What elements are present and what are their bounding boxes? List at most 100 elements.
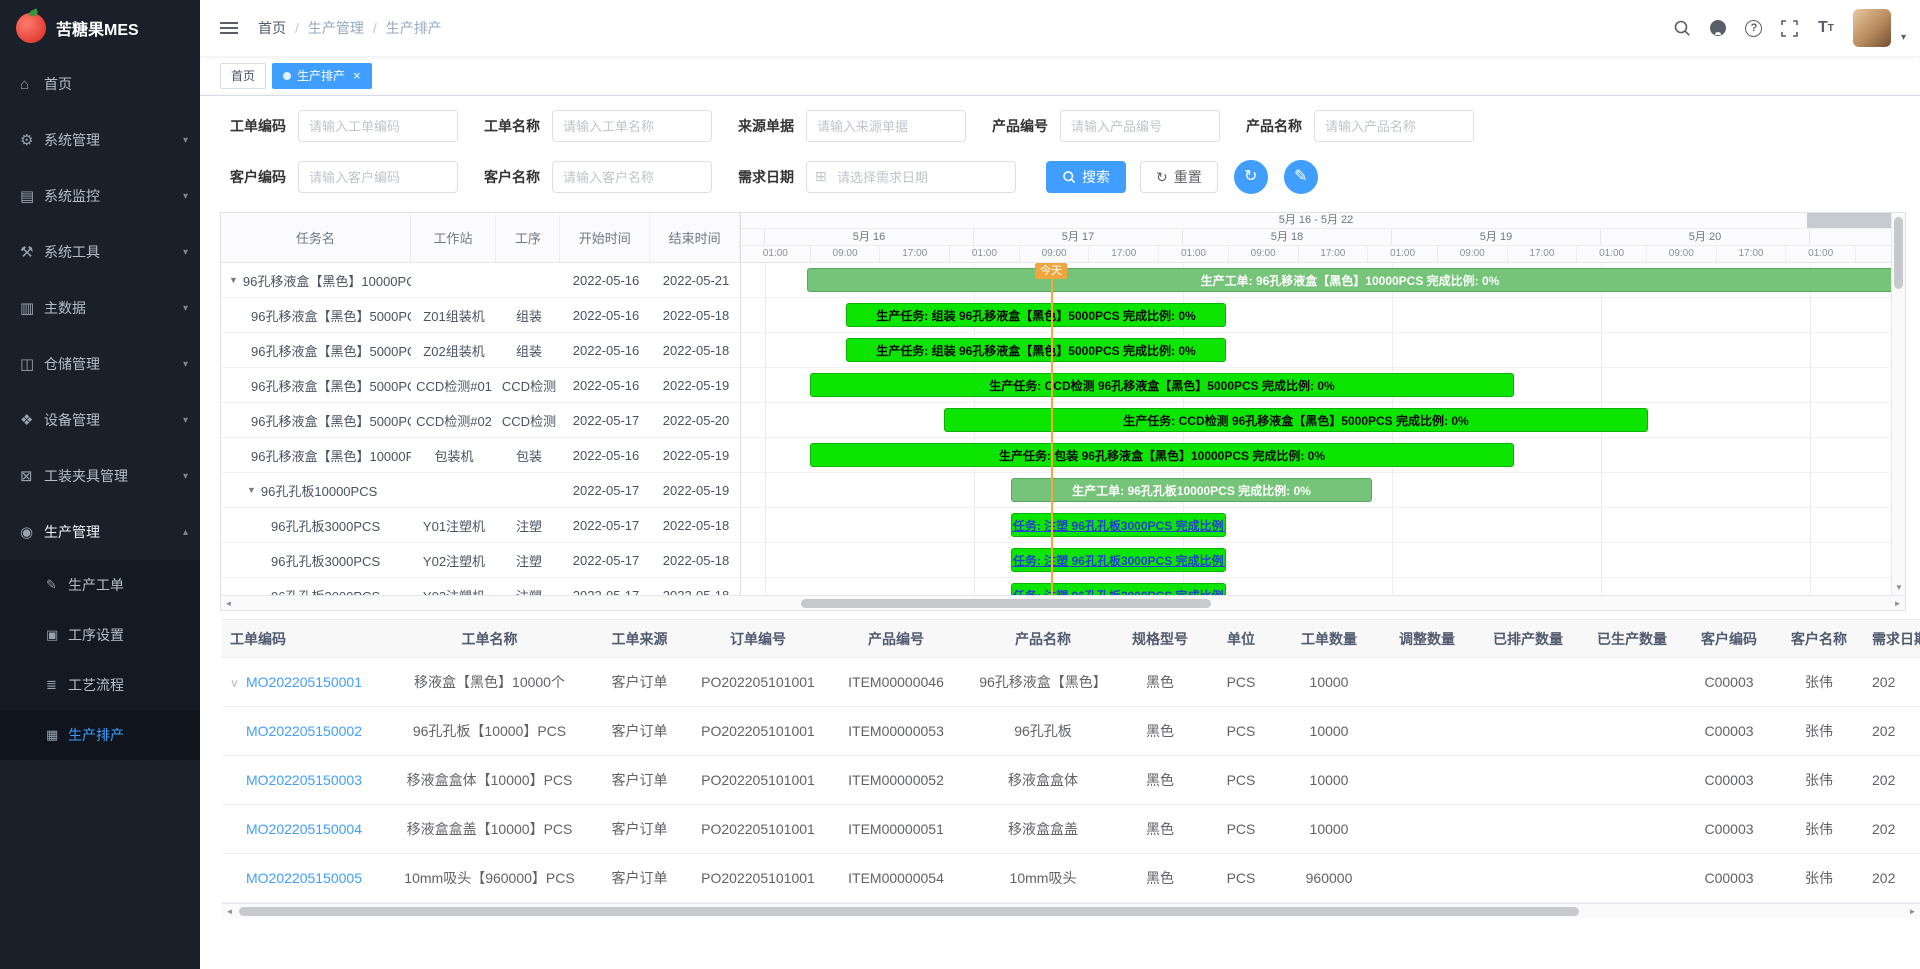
product-code-input[interactable] [1060,110,1220,142]
gantt-bar-task-selected[interactable]: 生产任务: 注塑 96孔孔板3000PCS 完成比例: 0% [1011,583,1226,595]
gantt-task-row[interactable]: ▼96孔孔板10000PCS 2022-05-17 2022-05-19 [221,473,740,508]
gantt-task-row[interactable]: ▼96孔移液盒【黑色】10000PCS 2022-05-16 2022-05-2… [221,263,740,298]
sidebar-item-system-monit[interactable]: ▤ 系统监控 ▾ [0,168,200,224]
gantt-task-row[interactable]: 96孔移液盒【黑色】5000PCS CCD检测#01 CCD检测 2022-05… [221,368,740,403]
logo-icon [16,13,46,43]
tree-collapse-icon[interactable]: ▼ [247,485,256,495]
sidebar-item-process-setting[interactable]: ▣ 工序设置 [0,610,200,660]
sidebar-item-scheduling[interactable]: ▦ 生产排产 [0,710,200,760]
table-horizontal-scrollbar[interactable]: ◄ ► [222,903,1920,918]
scrollbar-thumb[interactable] [239,907,1579,916]
fullscreen-icon[interactable] [1777,15,1803,41]
refresh-icon: ↻ [1156,169,1168,186]
gantt-task-row[interactable]: 96孔移液盒【黑色】5000PCS Z01组装机 组装 2022-05-16 2… [221,298,740,333]
gantt-bar-task[interactable]: 生产任务: 包装 96孔移液盒【黑色】10000PCS 完成比例: 0% [810,443,1514,467]
sidebar-item-warehouse[interactable]: ◫ 仓储管理 ▾ [0,336,200,392]
table-row[interactable]: MO202205150004 移液盒盒盖【10000】PCS 客户订单 PO20… [222,805,1920,854]
customer-name-input[interactable] [552,161,712,193]
gantt-vertical-scrollbar[interactable]: ▼ [1891,213,1905,595]
hamburger-icon[interactable] [216,18,242,38]
refresh-gantt-button[interactable]: ↻ [1234,160,1268,194]
gantt-bar-work-order[interactable]: 生产工单: 96孔孔板10000PCS 完成比例: 0% [1011,478,1372,502]
gantt-bar-task-selected[interactable]: 生产任务: 注塑 96孔孔板3000PCS 完成比例: 0% [1011,548,1226,572]
gantt-bar-task[interactable]: 生产任务: 组装 96孔移液盒【黑色】5000PCS 完成比例: 0% [846,338,1226,362]
search-icon[interactable] [1669,15,1695,41]
gantt-panel: 任务名 工作站 工序 开始时间 结束时间 ▼96孔移液盒【黑色】10000PCS… [220,212,1906,611]
edit-schedule-button[interactable]: ✎ [1284,160,1318,194]
breadcrumb-home[interactable]: 首页 [258,18,286,38]
gantt-timeline: 5月 16 - 5月 22 5月 16 5月 17 5月 18 5月 19 5月… [741,213,1891,595]
product-name-input[interactable] [1314,110,1474,142]
warehouse-icon: ◫ [20,355,44,373]
edit-icon: ✎ [46,577,68,593]
table-row[interactable]: MO202205150005 10mm吸头【960000】PCS 客户订单 PO… [222,854,1920,903]
device-icon: ❖ [20,411,44,429]
help-icon[interactable]: ? [1741,15,1767,41]
gantt-bar-work-order[interactable]: 生产工单: 96孔移液盒【黑色】10000PCS 完成比例: 0% [807,268,1891,292]
search-button[interactable]: 搜索 [1046,161,1126,193]
home-icon: ⌂ [20,76,44,93]
table-row[interactable]: MO202205150003 移液盒盒体【10000】PCS 客户订单 PO20… [222,756,1920,805]
work-order-code-input[interactable] [298,110,458,142]
scroll-left-icon[interactable]: ◄ [221,596,236,611]
demand-date-input[interactable] [806,161,1016,193]
sidebar-item-work-order[interactable]: ✎ 生产工单 [0,560,200,610]
scroll-right-icon[interactable]: ► [1890,596,1905,611]
sidebar-item-equipment[interactable]: ❖ 设备管理 ▾ [0,392,200,448]
scroll-down-icon[interactable]: ▼ [1892,581,1906,593]
main-area: 首页 / 生产管理 / 生产排产 ? T [200,0,1920,969]
gantt-task-row[interactable]: 96孔移液盒【黑色】10000PCS 包装机 包装 2022-05-16 202… [221,438,740,473]
scrollbar-thumb[interactable] [1894,217,1903,289]
close-icon[interactable]: × [353,69,361,82]
table-row[interactable]: ∨MO202205150001 移液盒【黑色】10000个 客户订单 PO202… [222,658,1920,707]
breadcrumb-production[interactable]: 生产管理 [308,18,364,38]
sidebar-item-system-management[interactable]: ⚙ 系统管理 ▾ [0,112,200,168]
tree-collapse-icon[interactable]: ▼ [229,275,238,285]
gantt-chart-body: 生产工单: 96孔移液盒【黑色】10000PCS 完成比例: 0% 生产任务: … [741,263,1891,595]
gantt-bar-task[interactable]: 生产任务: 组装 96孔移液盒【黑色】5000PCS 完成比例: 0% [846,303,1226,327]
work-order-link[interactable]: MO202205150002 [246,723,362,739]
tag-scheduling[interactable]: 生产排产 × [272,63,372,89]
font-size-icon[interactable]: TT [1813,15,1839,41]
sidebar-item-fixtures[interactable]: ⊠ 工装夹具管理 ▾ [0,448,200,504]
breadcrumb-current: 生产排产 [386,18,442,38]
gantt-task-row[interactable]: 96孔移液盒【黑色】5000PCS CCD检测#02 CCD检测 2022-05… [221,403,740,438]
scrollbar-track[interactable] [236,596,1890,611]
gantt-horizontal-scrollbar[interactable]: ◄ ► [221,595,1905,610]
work-order-link[interactable]: MO202205150005 [246,870,362,886]
github-icon[interactable] [1705,15,1731,41]
timeline-hours: 01:00 09:00 17:00 01:00 09:00 17:00 01:0… [741,246,1891,263]
work-order-name-input[interactable] [552,110,712,142]
sidebar-item-home[interactable]: ⌂ 首页 [0,56,200,112]
sidebar-item-process-flow[interactable]: ≣ 工艺流程 [0,660,200,710]
work-order-link[interactable]: MO202205150004 [246,821,362,837]
reset-button[interactable]: ↻ 重置 [1140,161,1218,193]
work-order-link[interactable]: MO202205150003 [246,772,362,788]
sidebar-item-production[interactable]: ◉ 生产管理 ▴ [0,504,200,560]
gantt-bar-task[interactable]: 生产任务: CCD检测 96孔移液盒【黑色】5000PCS 完成比例: 0% [944,408,1648,432]
avatar[interactable] [1853,9,1891,47]
source-doc-input[interactable] [806,110,966,142]
active-dot [283,72,291,80]
expand-row-icon[interactable]: ∨ [230,676,246,690]
work-order-link[interactable]: MO202205150001 [246,674,362,690]
scrollbar-track[interactable] [237,904,1905,919]
gantt-bar-task[interactable]: 生产任务: CCD检测 96孔移液盒【黑色】5000PCS 完成比例: 0% [810,373,1514,397]
page: 苦糖果MES ⌂ 首页 ⚙ 系统管理 ▾ ▤ 系统监控 ▾ ⚒ 系统工具 ▾ [0,0,1920,969]
scrollbar-thumb[interactable] [801,599,1211,608]
sidebar-item-system-tools[interactable]: ⚒ 系统工具 ▾ [0,224,200,280]
tag-home[interactable]: 首页 [220,63,266,89]
scroll-right-icon[interactable]: ► [1905,904,1920,919]
table-row[interactable]: MO202205150002 96孔孔板【10000】PCS 客户订单 PO20… [222,707,1920,756]
gantt-bar-task-selected[interactable]: 生产任务: 注塑 96孔孔板3000PCS 完成比例: 0% [1011,513,1226,537]
chevron-down-icon: ▾ [183,303,188,314]
gantt-task-row[interactable]: 96孔移液盒【黑色】5000PCS Z02组装机 组装 2022-05-16 2… [221,333,740,368]
avatar-caret-icon[interactable]: ▾ [1901,32,1906,43]
filter-form: 工单编码 工单名称 来源单据 产品编号 产品名称 [200,96,1920,194]
customer-code-input[interactable] [298,161,458,193]
scroll-left-icon[interactable]: ◄ [222,904,237,919]
gantt-task-row[interactable]: 96孔孔板3000PCS Y03注塑机 注塑 2022-05-17 2022-0… [221,578,740,595]
sidebar-item-master-data[interactable]: ▥ 主数据 ▾ [0,280,200,336]
gantt-task-row[interactable]: 96孔孔板3000PCS Y02注塑机 注塑 2022-05-17 2022-0… [221,543,740,578]
gantt-task-row[interactable]: 96孔孔板3000PCS Y01注塑机 注塑 2022-05-17 2022-0… [221,508,740,543]
